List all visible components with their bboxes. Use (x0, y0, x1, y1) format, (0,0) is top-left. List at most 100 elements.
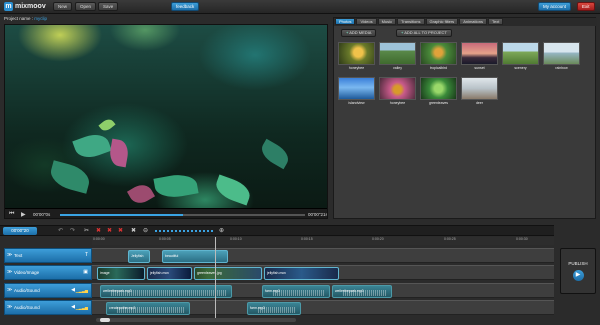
redo-icon[interactable]: ↷ (70, 227, 75, 234)
timeline-clip[interactable]: greenleaves.jpg (194, 267, 262, 280)
media-item[interactable]: rainbow (543, 42, 580, 73)
media-item[interactable]: islandview (338, 77, 375, 108)
project-name-row: Project name : myclip (4, 16, 47, 21)
track-text: ≫ Text T Jellyfish beautiful (4, 248, 554, 263)
collapse-icon[interactable]: ≫ (7, 301, 12, 314)
publish-panel[interactable]: PUBLISH ▶ (560, 248, 596, 294)
text-icon: T (84, 252, 88, 258)
tab-photos[interactable]: Photos (335, 18, 356, 25)
open-button[interactable]: Open (75, 2, 97, 11)
tab-music[interactable]: Music (377, 18, 397, 25)
add-media-button[interactable]: + ADD MEDIA (341, 29, 377, 37)
ruler-tick: 0:00:10 (230, 237, 242, 241)
video-player: ⏮ ▶ 00'00"0s 00'00"21s (4, 24, 328, 219)
timeline-clip[interactable]: jellyfish.mov (147, 267, 192, 280)
timeline-ruler: 0:00:00 0:00:05 0:00:10 0:00:15 0:00:20 … (92, 237, 554, 245)
media-item[interactable]: greenleaves (420, 77, 457, 108)
collapse-icon[interactable]: ≫ (7, 249, 12, 262)
zoom-slider[interactable] (155, 230, 215, 232)
track-header[interactable]: ≫ Video/Image ▣ (4, 265, 92, 280)
timeline-clip[interactable]: beautiful (162, 250, 228, 263)
timeline-clip[interactable]: createpothe.mp3 (106, 302, 190, 315)
waveform (258, 307, 296, 313)
tab-videos[interactable]: Videos (356, 18, 377, 25)
tab-animations[interactable]: Animations (459, 18, 487, 25)
timeline-clip[interactable]: farm.mp3 (262, 285, 330, 298)
add-all-to-project-button[interactable]: + ADD ALL TO PROJECT (396, 29, 452, 37)
speaker-icon[interactable]: ◀ (71, 284, 75, 297)
media-item[interactable]: honeybee (379, 77, 416, 108)
project-name-value[interactable]: myclip (34, 16, 47, 21)
media-item[interactable]: valley (379, 42, 416, 73)
track-label: Audio/Sound (14, 288, 40, 293)
scissors-icon[interactable]: ✂ (84, 227, 89, 234)
collapse-icon[interactable]: ≫ (7, 266, 12, 279)
ruler-tick: 0:00:20 (372, 237, 384, 241)
volume-bars-icon[interactable]: ▁▂▃▅ (76, 284, 88, 297)
add-all-label: ADD ALL TO PROJECT (404, 30, 447, 35)
progress-track[interactable] (60, 214, 305, 216)
media-item[interactable]: tropicalbird (420, 42, 457, 73)
timeline-clip[interactable]: image (97, 267, 145, 280)
tab-transitions[interactable]: Transitions (397, 18, 425, 25)
track-label: Video/Image (14, 270, 40, 275)
current-time: 00'00"0s (33, 212, 51, 217)
timeline-clip[interactable]: wellerthepark.mp3 (100, 285, 232, 298)
plus-icon: + (401, 30, 404, 35)
track-header[interactable]: ≫ Text T (4, 248, 92, 263)
save-button[interactable]: Save (98, 2, 119, 11)
playhead[interactable] (215, 237, 216, 321)
track-label: Audio/Sound (14, 305, 40, 310)
timeline-clip[interactable]: farm.mp3 (247, 302, 301, 315)
logo-icon: m (4, 2, 13, 11)
publish-play-icon[interactable]: ▶ (572, 270, 584, 281)
track-audio-2: ≫ Audio/Sound ◀ ▁▂▃▅ createpothe.mp3 far… (4, 300, 554, 315)
track-header[interactable]: ≫ Audio/Sound ◀ ▁▂▃▅ (4, 283, 92, 298)
delete-icon[interactable]: ✖ (118, 227, 123, 234)
zoom-out-icon[interactable]: ⊖ (143, 227, 148, 234)
track-lane: Jellyfish beautiful (92, 248, 554, 263)
player-controls: ⏮ ▶ 00'00"0s 00'00"21s (5, 208, 328, 218)
media-library-panel: Photos Videos Music Transitions Graphic … (333, 17, 597, 219)
media-item[interactable]: deer (461, 77, 498, 108)
waveform (111, 290, 227, 296)
project-name-label: Project name : (4, 16, 34, 21)
my-account-button[interactable]: My account (538, 2, 572, 11)
delete-icon[interactable]: ✖ (107, 227, 112, 234)
tab-text[interactable]: Text (487, 18, 504, 25)
media-item[interactable]: scenery (502, 42, 539, 73)
progress-fill (60, 214, 183, 216)
track-label: Text (14, 253, 23, 258)
volume-bars-icon[interactable]: ▁▂▃▅ (76, 301, 88, 314)
speaker-icon[interactable]: ◀ (71, 301, 75, 314)
play-icon[interactable]: ▶ (21, 211, 26, 218)
logo-text: mixmoov (15, 3, 46, 10)
media-item[interactable]: sunset (461, 42, 498, 73)
timeline-clip[interactable]: jellyfish.mov (264, 267, 339, 280)
exit-button[interactable]: Exit (577, 2, 595, 11)
tab-graphic-filters[interactable]: Graphic filters (425, 18, 459, 25)
app-logo: m mixmoov (4, 2, 46, 11)
media-thumbnails: honeybee valley tropicalbird sunset scen… (338, 42, 593, 108)
feedback-button[interactable]: feedback (171, 2, 200, 11)
total-time: 00'00"21s (308, 212, 328, 217)
timeline-clip[interactable]: wellerthepark.mp3 (332, 285, 392, 298)
media-item[interactable]: honeybee (338, 42, 375, 73)
scroll-thumb[interactable] (100, 318, 110, 322)
track-lane: wellerthepark.mp3 farm.mp3 wellerthepark… (92, 283, 554, 298)
new-button[interactable]: New (53, 2, 73, 11)
delete-icon[interactable]: ✖ (131, 227, 136, 234)
delete-icon[interactable]: ✖ (96, 227, 101, 234)
ruler-tick: 0:00:05 (159, 237, 171, 241)
track-header[interactable]: ≫ Audio/Sound ◀ ▁▂▃▅ (4, 300, 92, 315)
skip-back-icon[interactable]: ⏮ (9, 211, 14, 218)
timeline-scrollbar[interactable] (96, 318, 296, 322)
timeline-clip[interactable]: Jellyfish (128, 250, 150, 263)
track-audio-1: ≫ Audio/Sound ◀ ▁▂▃▅ wellerthepark.mp3 f… (4, 283, 554, 298)
timeline-toolbar: 00'00"20 ↶ ↷ ✂ ✖ ✖ ✖ ✖ ⊖ ⊕ (0, 225, 554, 236)
add-media-label: ADD MEDIA (349, 30, 372, 35)
undo-icon[interactable]: ↶ (58, 227, 63, 234)
collapse-icon[interactable]: ≫ (7, 284, 12, 297)
plus-icon: + (346, 30, 349, 35)
zoom-in-icon[interactable]: ⊕ (219, 227, 224, 234)
